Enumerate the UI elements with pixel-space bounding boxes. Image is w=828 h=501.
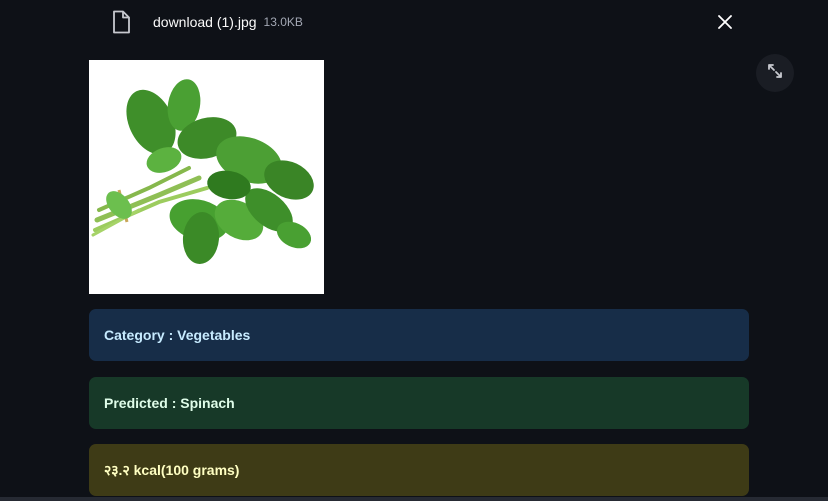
file-icon	[110, 9, 132, 35]
calories-text: २३.२ kcal(100 grams)	[104, 461, 240, 478]
uploaded-file-row: download (1).jpg 13.0KB	[110, 9, 750, 35]
fullscreen-icon	[767, 63, 783, 83]
remove-file-button[interactable]	[714, 12, 736, 34]
file-name: download (1).jpg	[153, 14, 257, 30]
spinach-image	[91, 79, 314, 264]
predicted-alert: Predicted : Spinach	[89, 377, 749, 429]
uploaded-image	[89, 60, 324, 294]
calories-alert: २३.२ kcal(100 grams)	[89, 444, 749, 496]
page-bottom-divider	[0, 497, 828, 501]
close-icon	[718, 14, 732, 33]
fullscreen-button[interactable]	[756, 54, 794, 92]
file-size: 13.0KB	[263, 15, 303, 29]
app-page: download (1).jpg 13.0KB Category: Veget…	[0, 0, 828, 501]
predicted-text: Predicted : Spinach	[104, 395, 235, 411]
category-alert: Category : Vegetables	[89, 309, 749, 361]
category-text: Category : Vegetables	[104, 327, 251, 343]
